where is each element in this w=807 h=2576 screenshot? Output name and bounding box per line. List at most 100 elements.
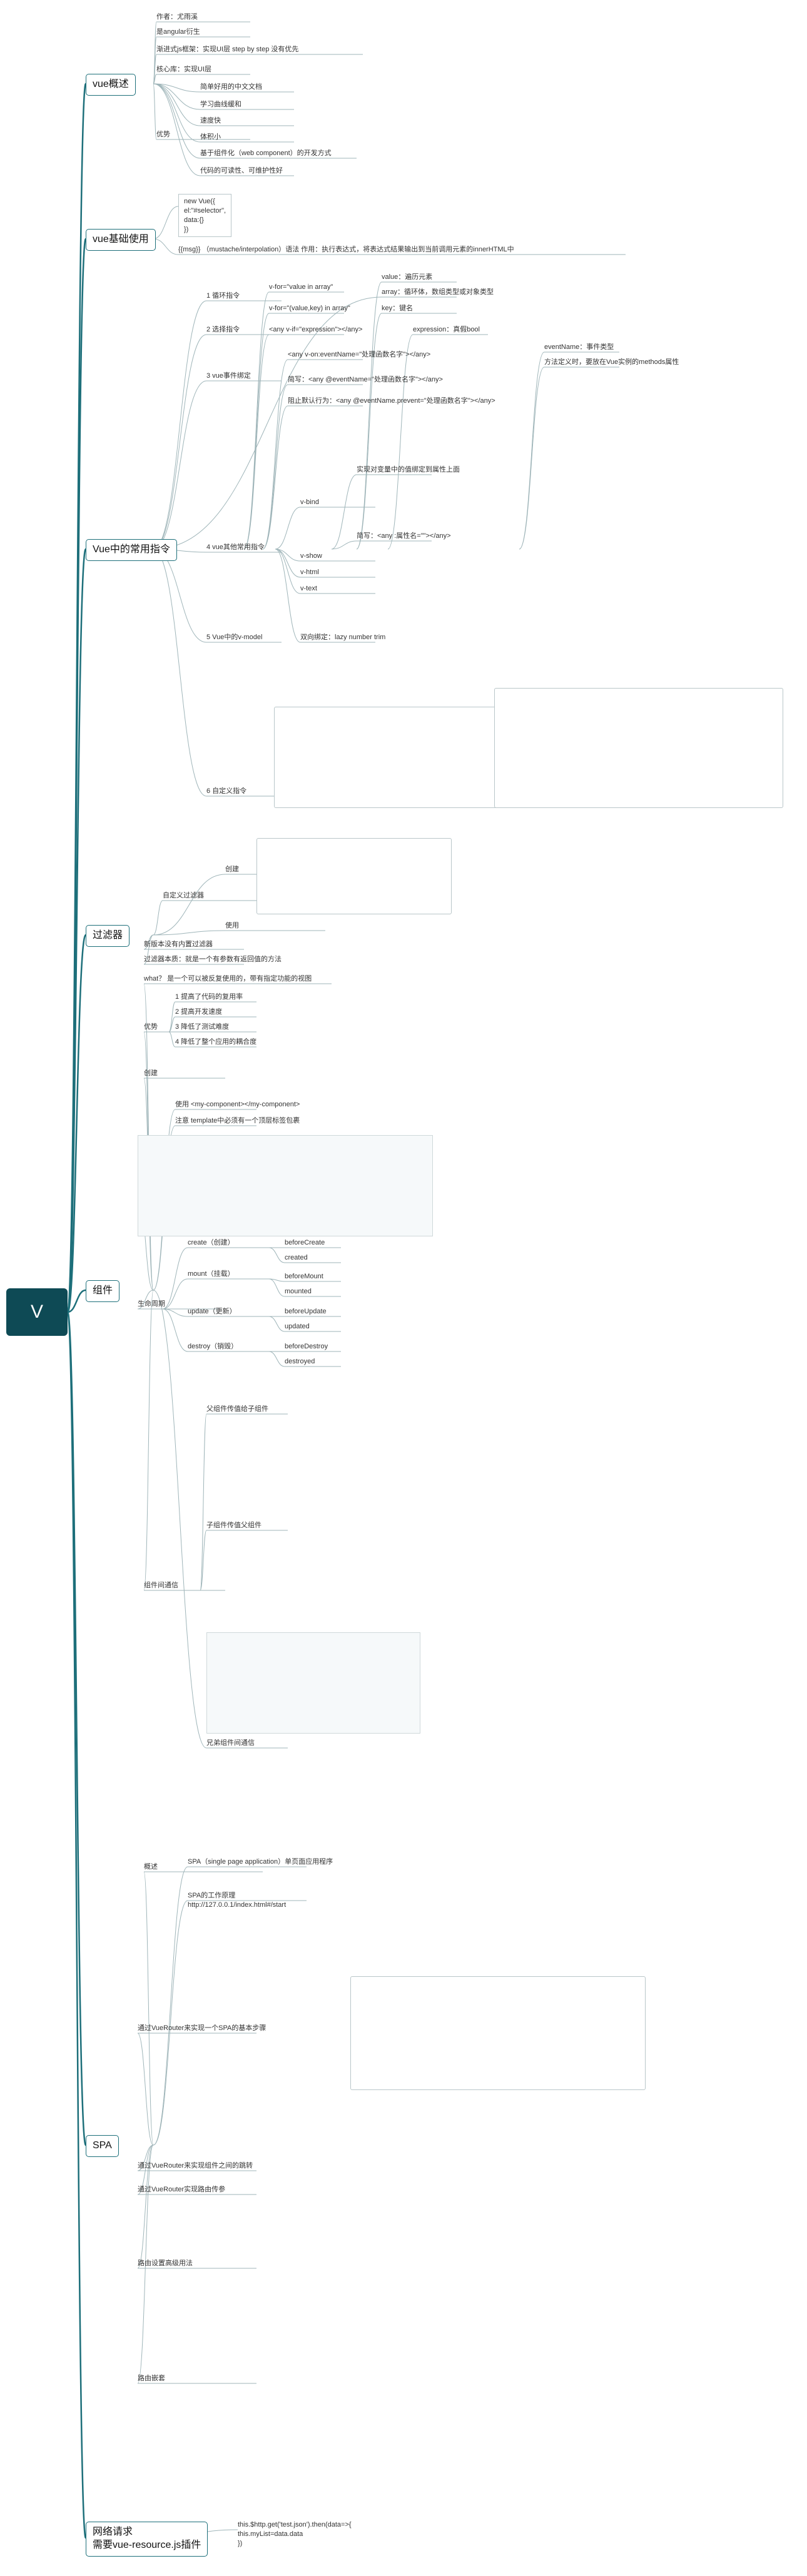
directive-item[interactable]: v-text bbox=[300, 584, 317, 593]
branch-spa[interactable]: SPA bbox=[86, 2135, 119, 2157]
directive-item[interactable]: 简写：<any :属性名=""></any> bbox=[357, 532, 451, 541]
component-item[interactable]: 父组件传值给子组件 bbox=[206, 1405, 268, 1414]
connector-line bbox=[519, 366, 545, 550]
overview-item[interactable]: 作者：尤雨溪 bbox=[156, 13, 198, 22]
directive-item[interactable]: array：循环体，数组类型或对象类型 bbox=[382, 288, 494, 297]
directive-item[interactable]: 3 vue事件绑定 bbox=[206, 371, 251, 381]
directive-item[interactable]: v-for="(value,key) in array" bbox=[269, 304, 350, 313]
lifecycle-0[interactable]: beforeCreate bbox=[285, 1238, 325, 1248]
lifecycle-6[interactable]: beforeDestroy bbox=[285, 1342, 328, 1351]
code-new-vue[interactable]: new Vue({ el:"#selector", data:{} }) bbox=[178, 194, 232, 238]
filter-item[interactable]: 新版本没有内置过滤器 bbox=[144, 940, 213, 949]
directive-item[interactable]: expression：真假bool bbox=[413, 325, 480, 335]
component-item[interactable]: 创建 bbox=[144, 1069, 158, 1078]
directive-item[interactable]: v-show bbox=[300, 552, 322, 561]
connector-line bbox=[519, 351, 545, 550]
directive-item[interactable]: <any v-if="expression"></any> bbox=[269, 325, 362, 335]
directive-item[interactable]: key：键名 bbox=[382, 304, 413, 313]
lifecycle-1[interactable]: created bbox=[285, 1253, 308, 1263]
connector-line bbox=[331, 540, 357, 550]
branch-directives[interactable]: Vue中的常用指令 bbox=[86, 539, 177, 561]
directive-item[interactable]: 1 循环指令 bbox=[206, 291, 240, 301]
component-item[interactable]: 兄弟组件间通信 bbox=[206, 1739, 255, 1748]
branch-components[interactable]: 组件 bbox=[86, 1280, 120, 1302]
custom-directive-code-box bbox=[274, 707, 500, 808]
component-item[interactable]: what？ 是一个可以被反复使用的，带有指定功能的视图 bbox=[144, 974, 312, 984]
branch-label: 网络请求 需要vue-resource.js插件 bbox=[93, 2527, 201, 2550]
component-item[interactable]: update（更新） bbox=[188, 1307, 236, 1316]
overview-item[interactable]: 简单好用的中文文档 bbox=[200, 83, 262, 92]
directive-item[interactable]: <any v-on:eventName="处理函数名字"></any> bbox=[288, 350, 430, 360]
spa-item[interactable]: SPA（single page application）单页面应用程序 bbox=[188, 1857, 333, 1867]
connector-line bbox=[153, 1900, 188, 2146]
branch-network[interactable]: 网络请求 需要vue-resource.js插件 bbox=[86, 2522, 208, 2557]
lifecycle-5[interactable]: updated bbox=[285, 1322, 310, 1331]
spa-item[interactable]: 路由设置高级用法 bbox=[138, 2259, 193, 2268]
overview-item[interactable]: 优势 bbox=[156, 130, 170, 139]
root-node[interactable]: V bbox=[6, 1288, 68, 1336]
directive-item[interactable]: v-bind bbox=[300, 498, 319, 507]
overview-item[interactable]: 学习曲线缓和 bbox=[200, 100, 241, 109]
overview-item[interactable]: 基于组件化（web component）的开发方式 bbox=[200, 149, 332, 158]
component-item[interactable]: mount（挂载） bbox=[188, 1270, 235, 1279]
component-item[interactable]: destroy（销毁） bbox=[188, 1342, 238, 1351]
component-item[interactable]: 4 降低了整个应用的耦合度 bbox=[175, 1038, 256, 1047]
connector-line bbox=[275, 507, 301, 550]
component-item[interactable]: 生命周期 bbox=[138, 1300, 165, 1309]
directive-item[interactable]: 实现对变量中的值绑定到属性上面 bbox=[357, 465, 460, 475]
branch-overview[interactable]: vue概述 bbox=[86, 74, 136, 96]
component-item[interactable]: 2 提高开发速度 bbox=[175, 1008, 222, 1017]
component-item[interactable]: 注意 template中必须有一个顶层标签包裹 bbox=[175, 1116, 300, 1126]
branch-filters[interactable]: 过滤器 bbox=[86, 925, 130, 947]
connector-line bbox=[268, 1316, 285, 1332]
directive-item[interactable]: value：遍历元素 bbox=[382, 273, 432, 282]
component-item[interactable]: 组件间通信 bbox=[144, 1581, 178, 1590]
component-item[interactable]: 1 提高了代码的复用率 bbox=[175, 993, 243, 1002]
connector-line bbox=[356, 313, 382, 550]
overview-item[interactable]: 体积小 bbox=[200, 133, 221, 142]
spa-item[interactable]: SPA的工作原理 http://127.0.0.1/index.html#/st… bbox=[188, 1891, 286, 1910]
directive-item[interactable]: eventName：事件类型 bbox=[544, 343, 614, 352]
spa-item[interactable]: 通过VueRouter来实现一个SPA的基本步骤 bbox=[138, 2024, 266, 2033]
connector-line bbox=[153, 300, 207, 550]
component-item[interactable]: 使用 <my-component></my-component> bbox=[175, 1100, 300, 1109]
directive-item[interactable]: 6 自定义指令 bbox=[206, 787, 246, 796]
branch-basic-usage[interactable]: vue基础使用 bbox=[86, 229, 156, 251]
overview-item[interactable]: 渐进式js框架：实现UI层 step by step 没有优先 bbox=[156, 45, 298, 54]
directive-item[interactable]: 方法定义时，要放在Vue实例的methods属性 bbox=[544, 358, 679, 367]
component-item[interactable]: create（创建） bbox=[188, 1238, 235, 1248]
spa-item[interactable]: 通过VueRouter来实现组件之间的跳转 bbox=[138, 2161, 253, 2171]
lifecycle-2[interactable]: beforeMount bbox=[285, 1272, 323, 1281]
directive-item[interactable]: 5 Vue中的v-model bbox=[206, 633, 262, 642]
connector-line bbox=[268, 1247, 285, 1263]
connector-line bbox=[143, 1871, 154, 2146]
filter-item[interactable]: 过滤器本质：就是一个有参数有返回值的方法 bbox=[144, 955, 282, 964]
lifecycle-3[interactable]: mounted bbox=[285, 1287, 312, 1296]
directive-item[interactable]: 2 选择指令 bbox=[206, 325, 240, 335]
component-item[interactable]: 3 降低了测试难度 bbox=[175, 1023, 229, 1032]
http-get-code[interactable]: this.$http.get('test.json').then(data=>{… bbox=[238, 2520, 352, 2548]
component-item[interactable]: 子组件传值父组件 bbox=[206, 1521, 261, 1530]
overview-item[interactable]: 代码的可读性、可维护性好 bbox=[200, 166, 283, 176]
directive-item[interactable]: 4 vue其他常用指令 bbox=[206, 543, 265, 552]
overview-item[interactable]: 速度快 bbox=[200, 116, 221, 126]
directive-item[interactable]: 阻止默认行为：<any @eventName.prevent="处理函数名字">… bbox=[288, 397, 495, 406]
lifecycle-4[interactable]: beforeUpdate bbox=[285, 1307, 327, 1316]
filter-item[interactable]: 使用 bbox=[225, 921, 239, 931]
component-item[interactable]: 优势 bbox=[144, 1023, 158, 1032]
directive-item[interactable]: v-html bbox=[300, 568, 319, 577]
spa-item[interactable]: 通过VueRouter实现路由传参 bbox=[138, 2185, 225, 2195]
directive-item[interactable]: 双向绑定：lazy number trim bbox=[300, 633, 385, 642]
connector-line bbox=[162, 1308, 188, 1352]
filter-item[interactable]: 创建 bbox=[225, 865, 239, 874]
spa-item[interactable]: 概述 bbox=[144, 1862, 158, 1872]
directive-item[interactable]: 简写：<any @eventName="处理函数名字"></any> bbox=[288, 375, 443, 385]
spa-item[interactable]: 路由嵌套 bbox=[138, 2374, 165, 2383]
directive-item[interactable]: v-for="value in array" bbox=[269, 283, 333, 292]
mustache-syntax[interactable]: {{msg}} （mustache/interpolation）语法 作用：执行… bbox=[178, 245, 514, 255]
connector-line bbox=[153, 900, 163, 936]
lifecycle-7[interactable]: destroyed bbox=[285, 1357, 315, 1366]
filter-item[interactable]: 自定义过滤器 bbox=[163, 891, 204, 901]
overview-item[interactable]: 是angular衍生 bbox=[156, 28, 200, 37]
overview-item[interactable]: 核心库：实现UI层 bbox=[156, 65, 211, 74]
